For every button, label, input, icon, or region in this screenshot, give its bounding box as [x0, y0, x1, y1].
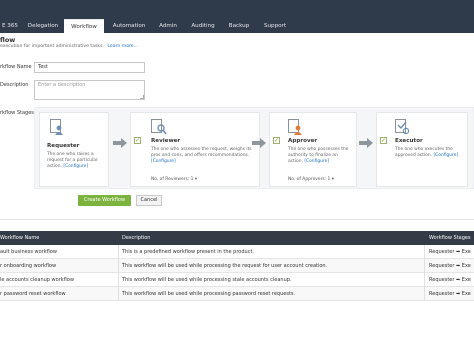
nav-tab-admin[interactable]: Admin	[152, 20, 184, 33]
workflow-stages-label: rkflow Stages	[0, 110, 34, 116]
stage-title-requester: Requester	[47, 143, 80, 149]
page-subtitle: execution for important administrative t…	[0, 44, 138, 49]
cell-description: This is a predefined workflow present in…	[122, 249, 254, 255]
cell-workflow-stages: Requester ➡ Exe	[429, 277, 471, 283]
stage-card-executor: ✓ Executor The one who executes the appr…	[376, 112, 468, 187]
stage-title-reviewer: Reviewer	[151, 138, 181, 144]
configure-approver-link[interactable]: [Configure]	[304, 159, 329, 164]
page-subtitle-text: execution for important administrative t…	[0, 44, 104, 49]
nav-tab-delegation[interactable]: Delegation	[23, 20, 63, 33]
table-row[interactable]: r onboarding workflow This workflow will…	[0, 259, 474, 273]
nav-tab-support[interactable]: Support	[257, 20, 293, 33]
nav-tab-backup[interactable]: Backup	[223, 20, 255, 33]
nav-tab-auditing[interactable]: Auditing	[185, 20, 221, 33]
column-separator	[424, 259, 425, 273]
approvers-count-dropdown[interactable]: No. of Approvers: 1 ▾	[288, 177, 334, 182]
textarea-resize-handle[interactable]	[140, 95, 144, 99]
stage-desc-executor: The one who executes the approved action…	[395, 147, 463, 159]
table-row[interactable]: r password reset workflow This workflow …	[0, 287, 474, 301]
cell-description: This workflow will be used while process…	[122, 291, 296, 297]
reviewer-icon	[151, 119, 167, 135]
workflow-stages-panel: Requester The one who raises a request f…	[34, 107, 474, 189]
table-row[interactable]: le accounts cleanup workflow This workfl…	[0, 273, 474, 287]
executor-checkbox[interactable]: ✓	[380, 137, 387, 144]
cell-workflow-name: r onboarding workflow	[0, 263, 57, 269]
cancel-button[interactable]: Cancel	[136, 195, 162, 206]
stage-desc-approver: The one who possesses the authority to f…	[288, 147, 354, 165]
reviewers-count-dropdown[interactable]: No. of Reviewers: 1 ▾	[151, 177, 197, 182]
stage-desc-reviewer: The one who assesses the request, weighs…	[151, 147, 255, 165]
cell-workflow-stages: Requester ➡ Exe	[429, 291, 471, 297]
stage-desc-requester: The one who raises a request for a parti…	[47, 152, 107, 170]
executor-icon	[395, 119, 410, 135]
column-header-workflow-stages[interactable]: Workflow Stages	[429, 231, 471, 245]
section-divider	[0, 219, 474, 220]
cell-description: This workflow will be used while process…	[122, 263, 328, 269]
stage-card-approver: ✓ Approver The one who possesses the aut…	[269, 112, 357, 187]
description-label: Description	[0, 82, 29, 88]
configure-requester-link[interactable]: [Configure]	[63, 164, 88, 169]
requester-icon	[50, 119, 63, 135]
cell-description: This workflow will be used while process…	[122, 277, 292, 283]
stage-card-requester: Requester The one who raises a request f…	[39, 112, 109, 187]
arrow-right-icon	[252, 138, 266, 148]
column-separator	[118, 273, 119, 287]
page-title: flow	[0, 36, 16, 44]
reviewer-checkbox[interactable]: ✓	[134, 137, 141, 144]
stage-card-reviewer: ✓ Reviewer The one who assesses the requ…	[130, 112, 260, 187]
description-placeholder: Enter a description	[38, 82, 86, 88]
cell-workflow-stages: Requester ➡ Exe	[429, 263, 471, 269]
stage-desc-text: The one who assesses the request, weighs…	[151, 147, 252, 158]
stage-title-executor: Executor	[395, 138, 423, 144]
column-separator	[424, 245, 425, 259]
column-separator	[118, 259, 119, 273]
column-header-description[interactable]: Description	[122, 231, 150, 245]
stage-title-approver: Approver	[288, 138, 318, 144]
configure-executor-link[interactable]: [Configure]	[433, 153, 458, 158]
column-separator	[118, 245, 119, 259]
approver-checkbox[interactable]: ✓	[273, 137, 280, 144]
learn-more-link[interactable]: Learn more...	[107, 44, 138, 49]
table-header-row: Workflow Name Description Workflow Stage…	[0, 231, 474, 245]
nav-tab-e365[interactable]: E 365	[0, 20, 20, 33]
cell-workflow-stages: Requester ➡ Exe	[429, 249, 471, 255]
column-separator	[118, 287, 119, 301]
column-separator	[424, 287, 425, 301]
approver-icon	[288, 119, 302, 135]
column-separator	[424, 273, 425, 287]
column-header-workflow-name[interactable]: Workflow Name	[0, 231, 39, 245]
nav-tab-automation[interactable]: Automation	[106, 20, 152, 33]
arrow-right-icon	[113, 138, 127, 148]
description-textarea[interactable]: Enter a description	[34, 80, 145, 100]
cell-workflow-name: r password reset workflow	[0, 291, 66, 297]
workflow-name-label: rkflow Name	[0, 64, 32, 70]
cell-workflow-name: ault business workflow	[0, 249, 57, 255]
configure-reviewer-link[interactable]: [Configure]	[151, 159, 176, 164]
nav-tab-workflow[interactable]: Workflow	[64, 19, 104, 33]
arrow-right-icon	[359, 138, 373, 148]
create-workflow-button[interactable]: Create Workflow	[78, 195, 131, 206]
table-row[interactable]: ault business workflow This is a predefi…	[0, 245, 474, 259]
cell-workflow-name: le accounts cleanup workflow	[0, 277, 74, 283]
top-navigation-bar: E 365 Delegation Workflow Automation Adm…	[0, 0, 474, 33]
workflow-name-input[interactable]: Test	[34, 62, 145, 73]
